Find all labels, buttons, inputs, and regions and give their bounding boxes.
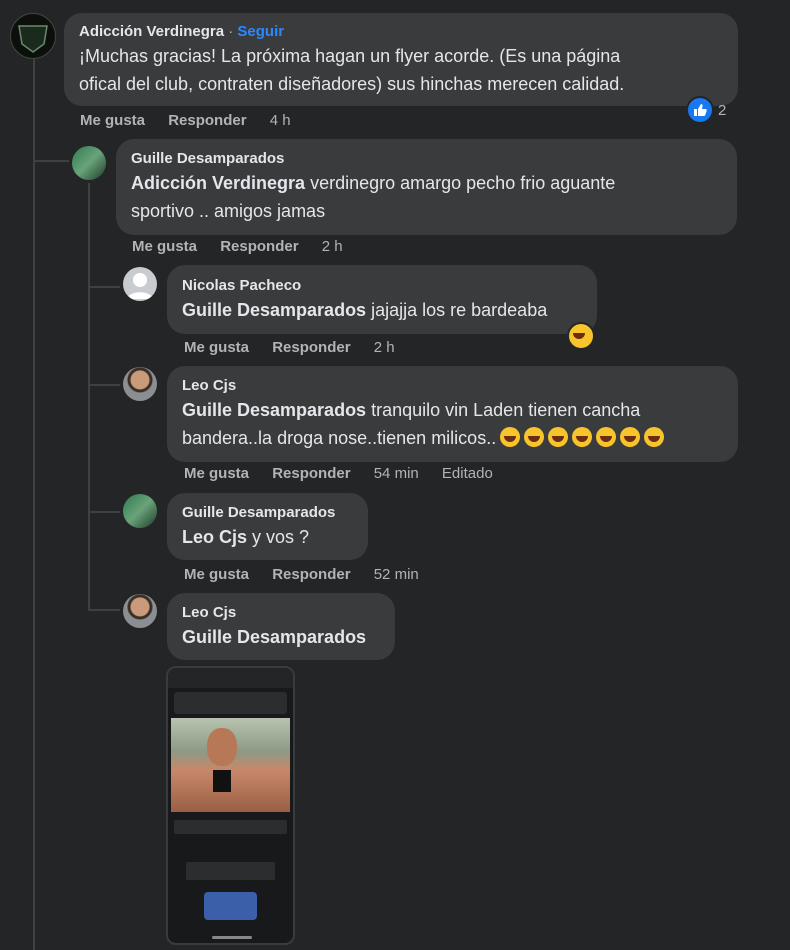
thread-line-main bbox=[33, 58, 35, 950]
comment-text-line: tranquilo vin Laden tienen cancha bbox=[371, 400, 641, 420]
like-button[interactable]: Me gusta bbox=[184, 339, 249, 356]
comment-actions: Me gusta Responder 2 h bbox=[184, 339, 414, 356]
comment-author[interactable]: Nicolas Pacheco bbox=[182, 276, 582, 296]
image-post-header bbox=[174, 692, 287, 714]
like-button[interactable]: Me gusta bbox=[132, 238, 197, 255]
comment-text-line: ¡Muchas gracias! La próxima hagan un fly… bbox=[79, 46, 621, 66]
image-actions-bar bbox=[174, 820, 287, 834]
microphone-icon bbox=[213, 770, 231, 792]
reply-button[interactable]: Responder bbox=[272, 465, 350, 482]
edited-label: Editado bbox=[441, 465, 493, 482]
comment-author[interactable]: Leo Cjs bbox=[182, 376, 723, 396]
image-home-indicator bbox=[212, 936, 252, 939]
comment-actions: Me gusta Responder 52 min bbox=[184, 566, 438, 583]
like-button[interactable]: Me gusta bbox=[184, 566, 249, 583]
thread-line-branch-1 bbox=[33, 160, 69, 162]
mention-link[interactable]: Adicción Verdinegra bbox=[131, 173, 305, 193]
comment-text: Adicción Verdinegra verdinegro amargo pe… bbox=[131, 169, 722, 225]
comment-text-line: sportivo .. amigos jamas bbox=[131, 201, 326, 221]
follow-button[interactable]: Seguir bbox=[237, 23, 284, 40]
reaction-count: 2 bbox=[718, 101, 727, 119]
avatar-guille-desamparados[interactable] bbox=[123, 494, 157, 528]
image-illustration bbox=[204, 892, 257, 920]
like-thumb-icon bbox=[686, 96, 714, 124]
avatar-nicolas-pacheco[interactable] bbox=[123, 267, 157, 301]
laughing-emoji-icon bbox=[620, 427, 641, 447]
comment-bubble-5: Guille Desamparados Leo Cjs y vos ? bbox=[167, 493, 368, 560]
thread-line-branch-4 bbox=[88, 511, 120, 513]
avatar-guille-desamparados[interactable] bbox=[72, 146, 106, 180]
laughing-emoji-icon bbox=[644, 427, 665, 447]
default-user-icon bbox=[127, 273, 153, 299]
laughing-emoji-icon bbox=[596, 427, 617, 447]
comment-text: Guille Desamparados tranquilo vin Laden … bbox=[182, 396, 723, 452]
avatar-adiccion-verdinegra[interactable] bbox=[10, 13, 56, 59]
reply-button[interactable]: Responder bbox=[168, 112, 246, 129]
like-button[interactable]: Me gusta bbox=[184, 465, 249, 482]
laughing-emoji-icon bbox=[548, 427, 569, 447]
reaction-summary[interactable]: 2 bbox=[686, 96, 726, 124]
comment-text: Guille Desamparados jajajja los re barde… bbox=[182, 296, 582, 324]
comment-bubble-2: Guille Desamparados Adicción Verdinegra … bbox=[116, 139, 737, 235]
comment-bubble-1: Adicción Verdinegra · Seguir ¡Muchas gra… bbox=[64, 13, 738, 106]
mention-link[interactable]: Leo Cjs bbox=[182, 527, 247, 547]
comment-author[interactable]: Guille Desamparados bbox=[131, 149, 722, 169]
comment-text-line: jajajja los re bardeaba bbox=[371, 300, 548, 320]
mention-link[interactable]: Guille Desamparados bbox=[182, 400, 366, 420]
comment-author[interactable]: Guille Desamparados bbox=[182, 503, 353, 523]
avatar-leo-cjs[interactable] bbox=[123, 367, 157, 401]
reply-button[interactable]: Responder bbox=[272, 339, 350, 356]
laughing-emoji-icon bbox=[572, 427, 593, 447]
comment-actions: Me gusta Responder 4 h bbox=[80, 112, 310, 129]
comment-bubble-4: Leo Cjs Guille Desamparados tranquilo vi… bbox=[167, 366, 738, 462]
comment-actions: Me gusta Responder 2 h bbox=[132, 238, 362, 255]
comment-bubble-3: Nicolas Pacheco Guille Desamparados jaja… bbox=[167, 265, 597, 334]
thread-line-sub bbox=[88, 183, 90, 610]
comment-text-line: ofical del club, contraten diseñadores) … bbox=[79, 74, 625, 94]
comment-author[interactable]: Adicción Verdinegra bbox=[79, 23, 224, 40]
reply-button[interactable]: Responder bbox=[272, 566, 350, 583]
laughing-emoji-icon bbox=[500, 427, 521, 447]
comment-actions: Me gusta Responder 54 min Editado bbox=[184, 465, 512, 482]
comment-text: Guille Desamparados bbox=[182, 623, 380, 651]
laughing-emoji-icon bbox=[524, 427, 545, 447]
timestamp[interactable]: 2 h bbox=[374, 339, 395, 356]
thread-line-branch-3 bbox=[88, 384, 120, 386]
avatar-leo-cjs[interactable] bbox=[123, 594, 157, 628]
laughing-emoji-icon bbox=[567, 322, 595, 350]
comment-text-line: bandera..la droga nose..tienen milicos.. bbox=[182, 428, 497, 448]
thread-line-branch-2 bbox=[88, 286, 120, 288]
timestamp[interactable]: 54 min bbox=[374, 465, 419, 482]
thread-line-branch-5 bbox=[88, 609, 120, 611]
attached-image[interactable] bbox=[166, 666, 295, 945]
like-button[interactable]: Me gusta bbox=[80, 112, 145, 129]
timestamp[interactable]: 52 min bbox=[374, 566, 419, 583]
comment-author[interactable]: Leo Cjs bbox=[182, 603, 380, 623]
timestamp[interactable]: 4 h bbox=[270, 112, 291, 129]
image-text-block bbox=[186, 862, 275, 880]
image-face bbox=[207, 728, 237, 766]
comment-text: Leo Cjs y vos ? bbox=[182, 523, 353, 551]
comment-text: ¡Muchas gracias! La próxima hagan un fly… bbox=[79, 42, 723, 98]
timestamp[interactable]: 2 h bbox=[322, 238, 343, 255]
comment-bubble-6: Leo Cjs Guille Desamparados bbox=[167, 593, 395, 660]
image-status-bar bbox=[168, 668, 293, 688]
mention-link[interactable]: Guille Desamparados bbox=[182, 300, 366, 320]
comment-text-line: y vos ? bbox=[252, 527, 310, 547]
image-photo bbox=[171, 718, 290, 812]
reply-button[interactable]: Responder bbox=[220, 238, 298, 255]
adv-logo-icon bbox=[18, 25, 48, 53]
separator-dot: · bbox=[228, 23, 234, 40]
comment-text-line: verdinegro amargo pecho frio aguante bbox=[310, 173, 616, 193]
mention-link[interactable]: Guille Desamparados bbox=[182, 627, 366, 647]
